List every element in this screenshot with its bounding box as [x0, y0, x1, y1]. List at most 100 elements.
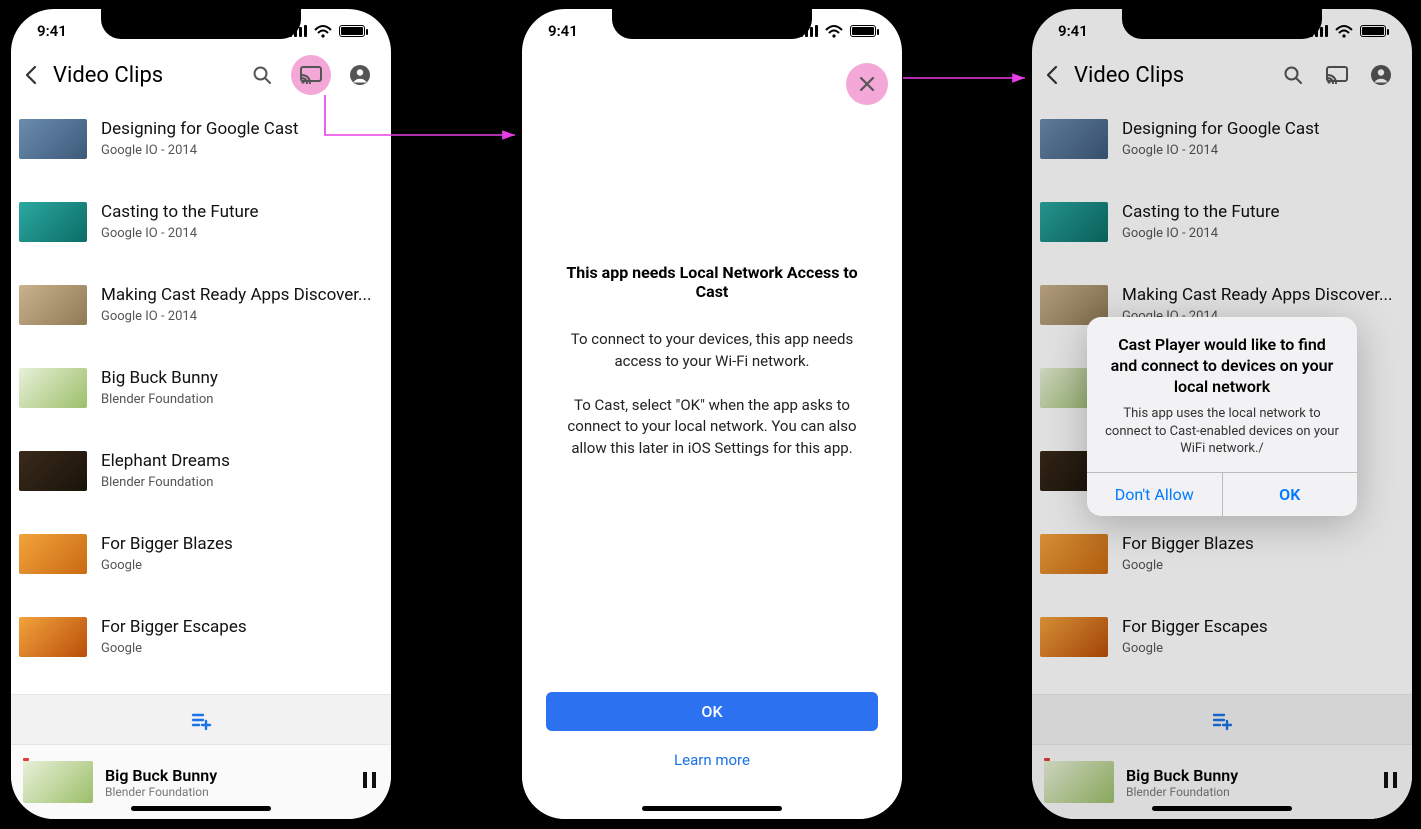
video-subtitle: Google IO - 2014: [101, 309, 383, 324]
now-playing-thumbnail: [23, 761, 93, 803]
status-time: 9:41: [548, 22, 578, 40]
video-subtitle: Google: [1122, 641, 1404, 656]
local-network-permission-alert: Cast Player would like to find and conne…: [1087, 317, 1357, 516]
account-button[interactable]: [1366, 60, 1396, 90]
thumbnail: [19, 534, 87, 574]
list-item[interactable]: For Bigger EscapesGoogle: [11, 595, 391, 678]
wifi-icon: [824, 23, 844, 39]
thumbnail: [19, 202, 87, 242]
search-button[interactable]: [247, 60, 277, 90]
video-subtitle: Google IO - 2014: [101, 143, 383, 158]
now-playing-title: Big Buck Bunny: [105, 766, 359, 785]
list-item[interactable]: Casting to the Future Google IO - 2014: [1032, 180, 1412, 263]
list-item[interactable]: Making Cast Ready Apps Discover... Google…: [11, 263, 391, 346]
playlist-add-icon: [1211, 709, 1233, 731]
interstitial-paragraph-2: To Cast, select "OK" when the app asks t…: [556, 395, 868, 460]
video-title: Making Cast Ready Apps Discover...: [1122, 285, 1404, 305]
video-title: Making Cast Ready Apps Discover...: [101, 285, 383, 305]
video-title: For Bigger Blazes: [101, 534, 383, 554]
page-title: Video Clips: [1074, 63, 1274, 88]
interstitial-paragraph-1: To connect to your devices, this app nee…: [556, 329, 868, 373]
device-notch: [612, 9, 812, 39]
video-title: Designing for Google Cast: [1122, 119, 1404, 139]
list-item[interactable]: For Bigger Blazes Google: [11, 512, 391, 595]
video-title: Big Buck Bunny: [101, 368, 383, 388]
now-playing-subtitle: Blender Foundation: [1126, 785, 1380, 799]
video-subtitle: Google IO - 2014: [1122, 226, 1404, 241]
video-subtitle: Google: [101, 558, 383, 573]
video-list[interactable]: Designing for Google Cast Google IO - 201…: [11, 97, 391, 679]
alert-title: Cast Player would like to find and conne…: [1103, 335, 1341, 397]
device-notch: [1122, 9, 1322, 39]
user-icon: [348, 63, 372, 87]
cast-button[interactable]: [1322, 60, 1352, 90]
video-subtitle: Blender Foundation: [101, 392, 383, 407]
close-button-highlighted[interactable]: [846, 63, 888, 105]
playlist-add-icon: [190, 709, 212, 731]
phone-screen-1: 9:41 Video Clips Designing for Google Ca…: [6, 4, 396, 824]
phone-screen-2: 9:41 This app needs Local Network Access…: [517, 4, 907, 824]
now-playing-title: Big Buck Bunny: [1126, 766, 1380, 785]
back-button[interactable]: [1038, 60, 1068, 90]
search-button[interactable]: [1278, 60, 1308, 90]
home-indicator: [1152, 806, 1292, 811]
status-time: 9:41: [37, 22, 67, 40]
list-item[interactable]: For Bigger BlazesGoogle: [1032, 512, 1412, 595]
pause-button[interactable]: [1380, 769, 1400, 795]
now-playing-thumbnail: [1044, 761, 1114, 803]
video-subtitle: Blender Foundation: [101, 475, 383, 490]
page-title: Video Clips: [53, 63, 243, 88]
add-to-queue-bar[interactable]: [1032, 694, 1412, 744]
cast-icon: [1325, 63, 1349, 87]
now-playing-subtitle: Blender Foundation: [105, 785, 359, 799]
thumbnail: [19, 368, 87, 408]
battery-icon: [1360, 25, 1386, 37]
video-title: For Bigger Escapes: [101, 617, 383, 637]
interstitial-heading: This app needs Local Network Access to C…: [556, 263, 868, 301]
wifi-icon: [1334, 23, 1354, 39]
account-button[interactable]: [345, 60, 375, 90]
list-item[interactable]: Elephant Dreams Blender Foundation: [11, 429, 391, 512]
video-title: Designing for Google Cast: [101, 119, 383, 139]
video-title: Casting to the Future: [1122, 202, 1404, 222]
thumbnail: [1040, 119, 1108, 159]
alert-message: This app uses the local network to conne…: [1103, 405, 1341, 458]
phone-screen-3: 9:41 Video Clips Designing for Google Ca…: [1027, 4, 1417, 824]
thumbnail: [1040, 202, 1108, 242]
list-item[interactable]: Casting to the Future Google IO - 2014: [11, 180, 391, 263]
pause-icon: [1380, 769, 1400, 791]
alert-dont-allow-button[interactable]: Don't Allow: [1087, 473, 1222, 516]
thumbnail: [19, 119, 87, 159]
nav-bar: Video Clips: [11, 53, 391, 97]
video-subtitle: Google IO - 2014: [1122, 143, 1404, 158]
thumbnail: [19, 285, 87, 325]
wifi-icon: [313, 23, 333, 39]
thumbnail: [1040, 617, 1108, 657]
back-button[interactable]: [17, 60, 47, 90]
status-time: 9:41: [1058, 22, 1088, 40]
pause-icon: [359, 769, 379, 791]
user-icon: [1369, 63, 1393, 87]
pause-button[interactable]: [359, 769, 379, 795]
add-to-queue-bar[interactable]: [11, 694, 391, 744]
cast-icon: [299, 63, 323, 87]
list-item[interactable]: Designing for Google Cast Google IO - 201…: [11, 97, 391, 180]
home-indicator: [642, 806, 782, 811]
learn-more-link[interactable]: Learn more: [674, 751, 750, 769]
video-title: Casting to the Future: [101, 202, 383, 222]
close-icon: [856, 73, 878, 95]
cast-button-highlighted[interactable]: [291, 55, 331, 95]
list-item[interactable]: Designing for Google Cast Google IO - 201…: [1032, 97, 1412, 180]
local-network-interstitial: This app needs Local Network Access to C…: [522, 53, 902, 819]
thumbnail: [1040, 534, 1108, 574]
video-title: Elephant Dreams: [101, 451, 383, 471]
video-subtitle: Google IO - 2014: [101, 226, 383, 241]
home-indicator: [131, 806, 271, 811]
list-item[interactable]: For Bigger EscapesGoogle: [1032, 595, 1412, 678]
alert-ok-button[interactable]: OK: [1222, 473, 1358, 516]
device-notch: [101, 9, 301, 39]
ok-button[interactable]: OK: [546, 692, 878, 731]
thumbnail: [19, 451, 87, 491]
battery-icon: [850, 25, 876, 37]
list-item[interactable]: Big Buck Bunny Blender Foundation: [11, 346, 391, 429]
